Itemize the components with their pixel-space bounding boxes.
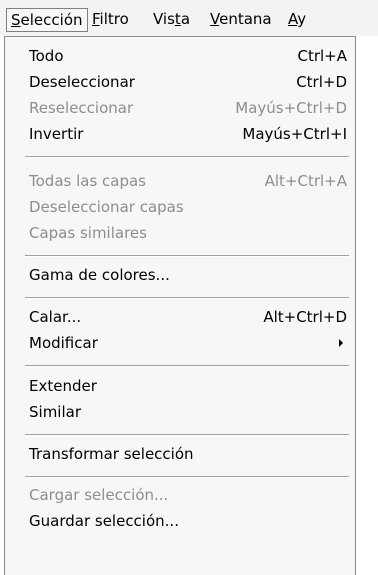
menu-seleccion-label: elección	[20, 11, 83, 29]
menu-item-guardar-seleccion[interactable]: Guardar selección...	[5, 509, 355, 533]
menu-item-label: Cargar selección...	[29, 486, 169, 504]
menu-item-shortcut: Ctrl+D	[296, 73, 347, 91]
menu-ventana[interactable]: Ventana	[206, 8, 276, 32]
menu-item-cargar-seleccion[interactable]: Cargar selección...	[5, 483, 355, 507]
menu-ayuda-label: y	[297, 10, 307, 28]
menu-separator	[25, 434, 349, 436]
menu-separator	[25, 297, 349, 299]
menu-vista[interactable]: Vista	[149, 8, 194, 32]
menu-filtro[interactable]: Filtro	[88, 8, 133, 32]
menu-seleccion[interactable]: Selección	[6, 8, 88, 32]
menu-item-similar[interactable]: Similar	[5, 400, 355, 424]
menu-item-calar[interactable]: Calar... Alt+Ctrl+D	[5, 305, 355, 329]
menu-item-label: Reseleccionar	[29, 99, 134, 117]
menu-separator	[25, 255, 349, 257]
menu-separator	[25, 156, 349, 158]
menu-ventana-mnemonic: V	[210, 10, 220, 28]
menu-filtro-mnemonic: F	[92, 10, 100, 28]
menu-item-label: Calar...	[29, 308, 82, 326]
menu-item-todo[interactable]: Todo Ctrl+A	[5, 44, 355, 68]
menu-item-label: Transformar selección	[29, 445, 194, 463]
menu-separator	[25, 476, 349, 478]
menu-ayuda-mnemonic: A	[288, 10, 298, 28]
menu-item-label: Extender	[29, 377, 97, 395]
menu-item-todas-las-capas[interactable]: Todas las capas Alt+Ctrl+A	[5, 169, 355, 193]
menu-item-modificar[interactable]: Modificar	[5, 331, 355, 355]
menu-item-transformar-seleccion[interactable]: Transformar selección	[5, 442, 355, 466]
menu-item-deseleccionar[interactable]: Deseleccionar Ctrl+D	[5, 70, 355, 94]
menu-item-extender[interactable]: Extender	[5, 374, 355, 398]
seleccion-dropdown-menu: Todo Ctrl+A Deseleccionar Ctrl+D Reselec…	[4, 36, 356, 575]
menu-vista-label-a: Vis	[153, 10, 175, 28]
menu-separator	[25, 365, 349, 367]
menu-item-label: Todo	[29, 47, 64, 65]
menu-item-shortcut: Mayús+Ctrl+D	[235, 99, 347, 117]
menu-item-label: Deseleccionar capas	[29, 198, 184, 216]
menu-item-label: Similar	[29, 403, 81, 421]
menu-item-label: Capas similares	[29, 224, 147, 242]
menu-item-label: Invertir	[29, 125, 84, 143]
menu-item-label: Gama de colores...	[29, 266, 170, 284]
menu-item-shortcut: Mayús+Ctrl+I	[242, 125, 347, 143]
menu-item-gama-de-colores[interactable]: Gama de colores...	[5, 263, 355, 287]
menu-filtro-label: iltro	[99, 10, 129, 28]
submenu-arrow-icon	[339, 339, 343, 347]
menu-item-shortcut: Alt+Ctrl+A	[264, 172, 347, 190]
menu-vista-label-b: a	[180, 10, 191, 28]
menu-item-shortcut: Ctrl+A	[297, 47, 347, 65]
menu-item-reseleccionar[interactable]: Reseleccionar Mayús+Ctrl+D	[5, 96, 355, 120]
menu-item-label: Guardar selección...	[29, 512, 179, 530]
menu-seleccion-mnemonic: S	[11, 11, 21, 29]
menu-item-label: Modificar	[29, 334, 98, 352]
menu-item-invertir[interactable]: Invertir Mayús+Ctrl+I	[5, 122, 355, 146]
menu-ventana-label: entana	[219, 10, 272, 28]
menu-bar: Selección Filtro Vista Ventana Ay	[0, 0, 378, 36]
menu-item-deseleccionar-capas[interactable]: Deseleccionar capas	[5, 195, 355, 219]
menu-item-label: Deseleccionar	[29, 73, 135, 91]
menu-item-label: Todas las capas	[29, 172, 146, 190]
menu-item-shortcut: Alt+Ctrl+D	[263, 308, 347, 326]
menu-ayuda[interactable]: Ay	[284, 8, 310, 32]
menu-item-capas-similares[interactable]: Capas similares	[5, 221, 355, 245]
